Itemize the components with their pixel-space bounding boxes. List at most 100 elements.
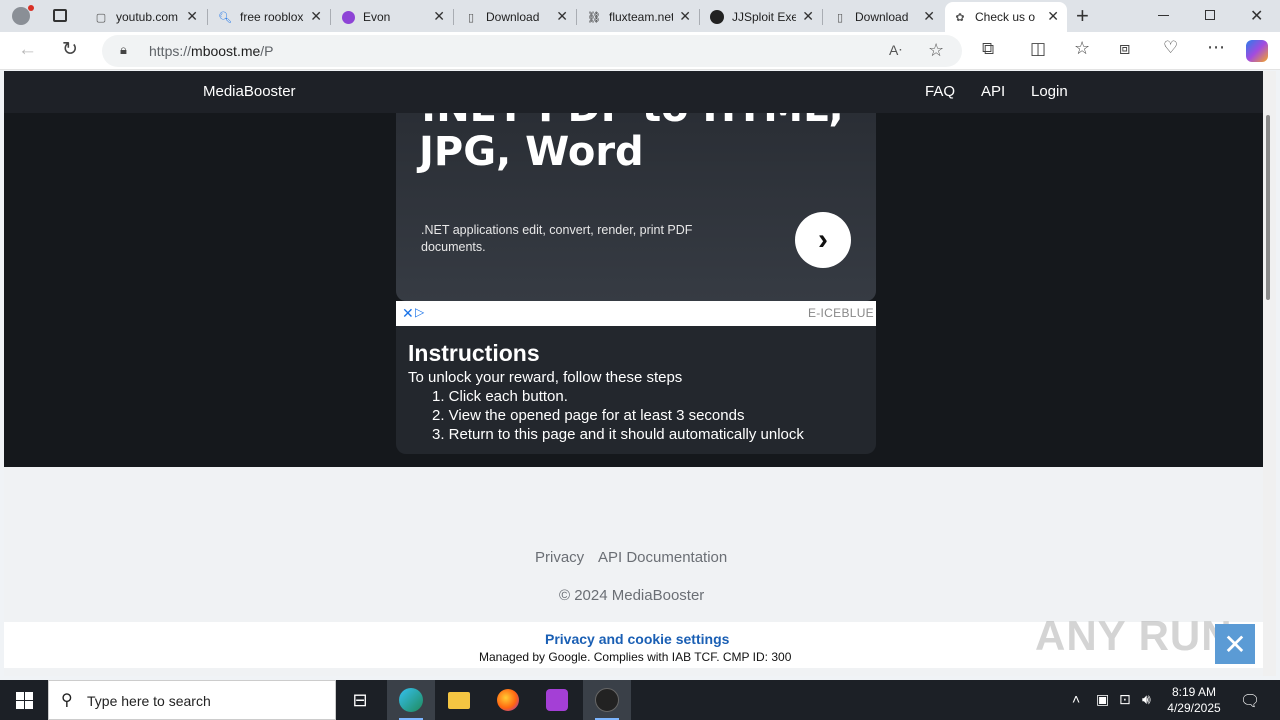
search-icon: ⚲ xyxy=(61,692,73,709)
system-clock[interactable]: 8:19 AM 4/29/2025 xyxy=(1163,684,1225,716)
restore-window-icon[interactable] xyxy=(1205,10,1215,20)
tab-title: Evon xyxy=(363,10,391,24)
consent-note: Managed by Google. Complies with IAB TCF… xyxy=(479,650,792,664)
jjsploit-icon xyxy=(710,10,724,24)
minimize-window-icon[interactable] xyxy=(1158,15,1169,16)
app-purple-icon[interactable] xyxy=(533,680,581,720)
instruction-step: 2. View the opened page for at least 3 s… xyxy=(432,407,745,424)
volume-icon[interactable]: 🔊︎ xyxy=(1142,691,1151,708)
favorite-star-icon[interactable]: ☆ xyxy=(928,40,944,61)
close-tab-icon[interactable]: ✕ xyxy=(433,8,445,25)
tab-jjsploit[interactable]: JJSploit Executor ✕ xyxy=(702,4,822,30)
adchoices-icon[interactable]: ▷ xyxy=(415,305,424,319)
close-tab-icon[interactable]: ✕ xyxy=(679,8,691,25)
profile-notification-dot xyxy=(28,5,34,11)
close-tab-icon[interactable]: ✕ xyxy=(1047,8,1059,25)
address-bar[interactable]: 🔒︎ https://mboost.me/P Aᐧ ☆ xyxy=(102,35,962,67)
site-brand[interactable]: MediaBooster xyxy=(203,83,296,100)
read-aloud-icon[interactable]: Aᐧ xyxy=(889,42,902,59)
close-tab-icon[interactable]: ✕ xyxy=(556,8,568,25)
advertisement[interactable]: .NET PDF to HTML, JPG, Word .NET applica… xyxy=(396,113,876,301)
page-icon: ▢ xyxy=(95,11,107,24)
ad-description: .NET applications edit, convert, render,… xyxy=(421,223,693,254)
ad-close-icon[interactable]: ✕ xyxy=(402,305,414,322)
tab-actions-icon[interactable] xyxy=(53,9,67,22)
tab-title: free rooblox xyxy=(240,10,304,24)
tab-title: Download xyxy=(855,10,909,24)
page-icon: ▯ xyxy=(836,11,844,24)
instruction-step: 1. Click each button. xyxy=(432,388,568,405)
close-window-icon[interactable]: ✕ xyxy=(1250,6,1263,26)
instructions-card: Instructions To unlock your reward, foll… xyxy=(396,326,876,454)
device-icon[interactable]: ▣ xyxy=(1096,691,1109,708)
show-hidden-icons-icon[interactable]: ˄ xyxy=(1072,691,1080,707)
instruction-step: 3. Return to this page and it should aut… xyxy=(432,426,804,443)
windows-start-icon[interactable] xyxy=(0,680,48,720)
copilot-icon[interactable] xyxy=(1246,40,1268,62)
tab-title: fluxteam.net xyxy=(609,10,673,24)
lock-icon[interactable]: 🔒︎ xyxy=(120,42,127,58)
nav-faq[interactable]: FAQ xyxy=(925,83,955,100)
tab-fluxteam[interactable]: ⛓ fluxteam.net ✕ xyxy=(579,4,699,30)
ad-arrow-button[interactable]: › xyxy=(795,212,851,268)
anyrun-watermark: ANY RUN xyxy=(1035,612,1233,659)
more-menu-icon[interactable]: ⋯ xyxy=(1207,37,1225,58)
tab-title: youtub.com xyxy=(116,10,179,24)
nav-api[interactable]: API xyxy=(981,83,1005,100)
split-screen-icon[interactable]: ◫ xyxy=(1030,39,1046,59)
new-tab-button[interactable]: + xyxy=(1076,3,1089,29)
ad-info-bar: ✕ ▷ E-ICEBLUE xyxy=(396,301,876,326)
collections-icon[interactable]: ⧈ xyxy=(1119,38,1130,59)
url-text[interactable]: https://mboost.me/P xyxy=(149,43,274,59)
file-explorer-icon[interactable] xyxy=(435,680,483,720)
app-dark-circle-icon[interactable] xyxy=(583,680,631,720)
nav-login[interactable]: Login xyxy=(1031,83,1068,100)
clock-time: 8:19 AM xyxy=(1171,685,1217,699)
tab-evon[interactable]: Evon ✕ xyxy=(333,4,453,30)
instructions-title: Instructions xyxy=(408,340,540,366)
footer-privacy-link[interactable]: Privacy xyxy=(535,549,584,566)
firefox-icon[interactable] xyxy=(484,680,532,720)
browser-essentials-icon[interactable]: ♡ xyxy=(1163,38,1178,58)
mboost-icon: ✿ xyxy=(955,11,965,24)
browser-tab-strip: ▢ youtub.com ✕ 🔍︎ free rooblox ✕ Evon ✕ … xyxy=(0,0,1280,32)
ad-headline-line2: JPG, Word xyxy=(419,129,644,175)
search-icon: 🔍︎ xyxy=(218,11,232,24)
taskbar-search-placeholder: Type here to search xyxy=(87,693,211,709)
site-navbar: MediaBooster FAQ API Login xyxy=(4,71,1267,113)
task-view-icon[interactable]: ⊟ xyxy=(336,680,384,720)
tab-free-rooblox[interactable]: 🔍︎ free rooblox ✕ xyxy=(210,4,330,30)
refresh-icon[interactable]: ↻ xyxy=(62,38,78,61)
profile-avatar-icon[interactable] xyxy=(12,7,30,25)
taskbar-search-box[interactable]: ⚲ Type here to search xyxy=(48,680,336,720)
tab-title: Download xyxy=(486,10,540,24)
url-path: /P xyxy=(260,43,274,59)
edge-taskbar-icon[interactable] xyxy=(387,680,435,720)
close-tab-icon[interactable]: ✕ xyxy=(310,8,322,25)
tab-title: JJSploit Executor xyxy=(732,10,796,24)
tab-check-us-active[interactable]: ✿ Check us o ✕ xyxy=(945,2,1067,32)
clock-date: 4/29/2025 xyxy=(1167,701,1221,715)
evon-icon xyxy=(341,10,355,24)
footer-copyright: © 2024 MediaBooster xyxy=(559,587,705,604)
notifications-icon[interactable]: 🗨︎ xyxy=(1240,691,1260,711)
ad-advertiser[interactable]: E-ICEBLUE xyxy=(808,306,874,320)
favorites-icon[interactable]: ☆ xyxy=(1074,38,1090,59)
flux-icon: ⛓ xyxy=(587,11,601,24)
x-logo-icon: ✕ xyxy=(1215,624,1255,664)
close-tab-icon[interactable]: ✕ xyxy=(802,8,814,25)
tab-youtub[interactable]: ▢ youtub.com ✕ xyxy=(86,4,206,30)
privacy-cookie-settings-link[interactable]: Privacy and cookie settings xyxy=(545,631,729,647)
footer-api-docs-link[interactable]: API Documentation xyxy=(598,549,727,566)
scrollbar-thumb[interactable] xyxy=(1266,115,1270,300)
network-icon[interactable]: ⊡ xyxy=(1119,691,1131,708)
extensions-icon[interactable]: ⧉ xyxy=(982,39,994,59)
close-tab-icon[interactable]: ✕ xyxy=(923,8,935,25)
tab-download-1[interactable]: ▯ Download ✕ xyxy=(456,4,576,30)
tab-download-2[interactable]: ▯ Download ✕ xyxy=(825,4,943,30)
chevron-right-icon: › xyxy=(818,223,828,256)
tab-title: Check us o xyxy=(975,10,1036,24)
url-host: mboost.me xyxy=(191,43,261,59)
back-icon[interactable]: ← xyxy=(18,39,37,61)
close-tab-icon[interactable]: ✕ xyxy=(186,8,198,25)
